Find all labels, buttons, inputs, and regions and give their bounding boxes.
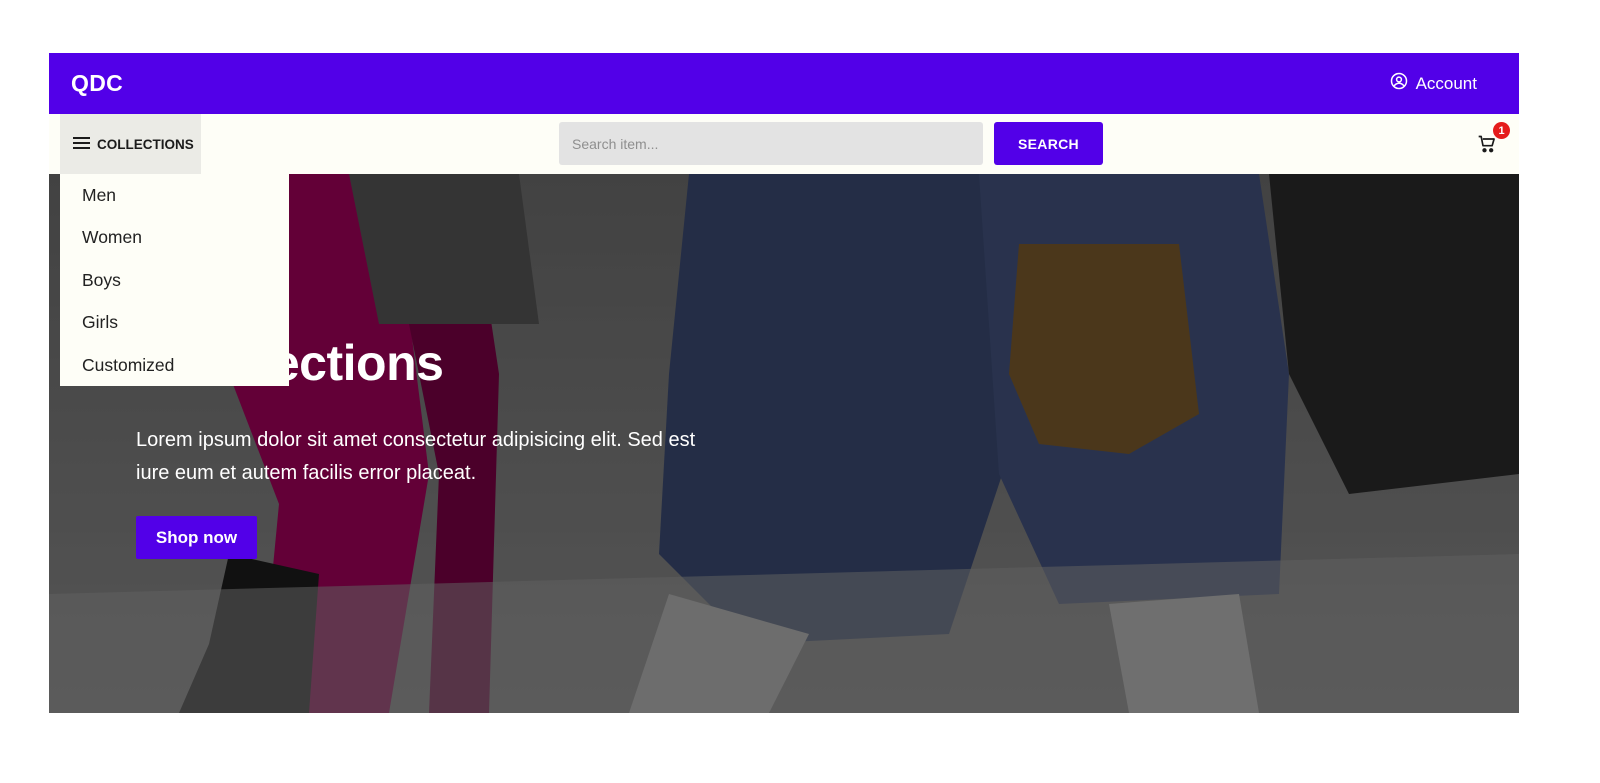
shop-now-button[interactable]: Shop now <box>136 516 257 559</box>
app-frame: QDC Account COLLECTIONS Search item... S… <box>49 53 1519 713</box>
cart-button[interactable]: 1 <box>1477 122 1510 158</box>
search-button[interactable]: SEARCH <box>994 122 1103 165</box>
menu-icon <box>73 136 91 153</box>
cart-count-badge: 1 <box>1493 122 1510 139</box>
account-label: Account <box>1415 73 1477 93</box>
collections-button[interactable]: COLLECTIONS <box>60 114 201 174</box>
top-bar: QDC Account <box>49 53 1519 114</box>
hero-description: Lorem ipsum dolor sit amet consectetur a… <box>136 429 696 484</box>
logo[interactable]: QDC <box>71 70 123 97</box>
dropdown-item-boys[interactable]: Boys <box>60 259 289 301</box>
user-circle-icon <box>1390 72 1408 95</box>
collections-dropdown: Men Women Boys Girls Customized <box>60 174 289 386</box>
dropdown-item-girls[interactable]: Girls <box>60 301 289 343</box>
collections-label: COLLECTIONS <box>97 136 194 152</box>
search-input[interactable] <box>559 122 983 165</box>
dropdown-item-men[interactable]: Men <box>60 174 289 216</box>
dropdown-item-customized[interactable]: Customized <box>60 344 289 386</box>
account-link[interactable]: Account <box>1390 72 1477 95</box>
nav-bar: COLLECTIONS SEARCH 1 <box>49 114 1519 174</box>
dropdown-item-women[interactable]: Women <box>60 216 289 258</box>
cart-icon <box>1477 135 1497 158</box>
